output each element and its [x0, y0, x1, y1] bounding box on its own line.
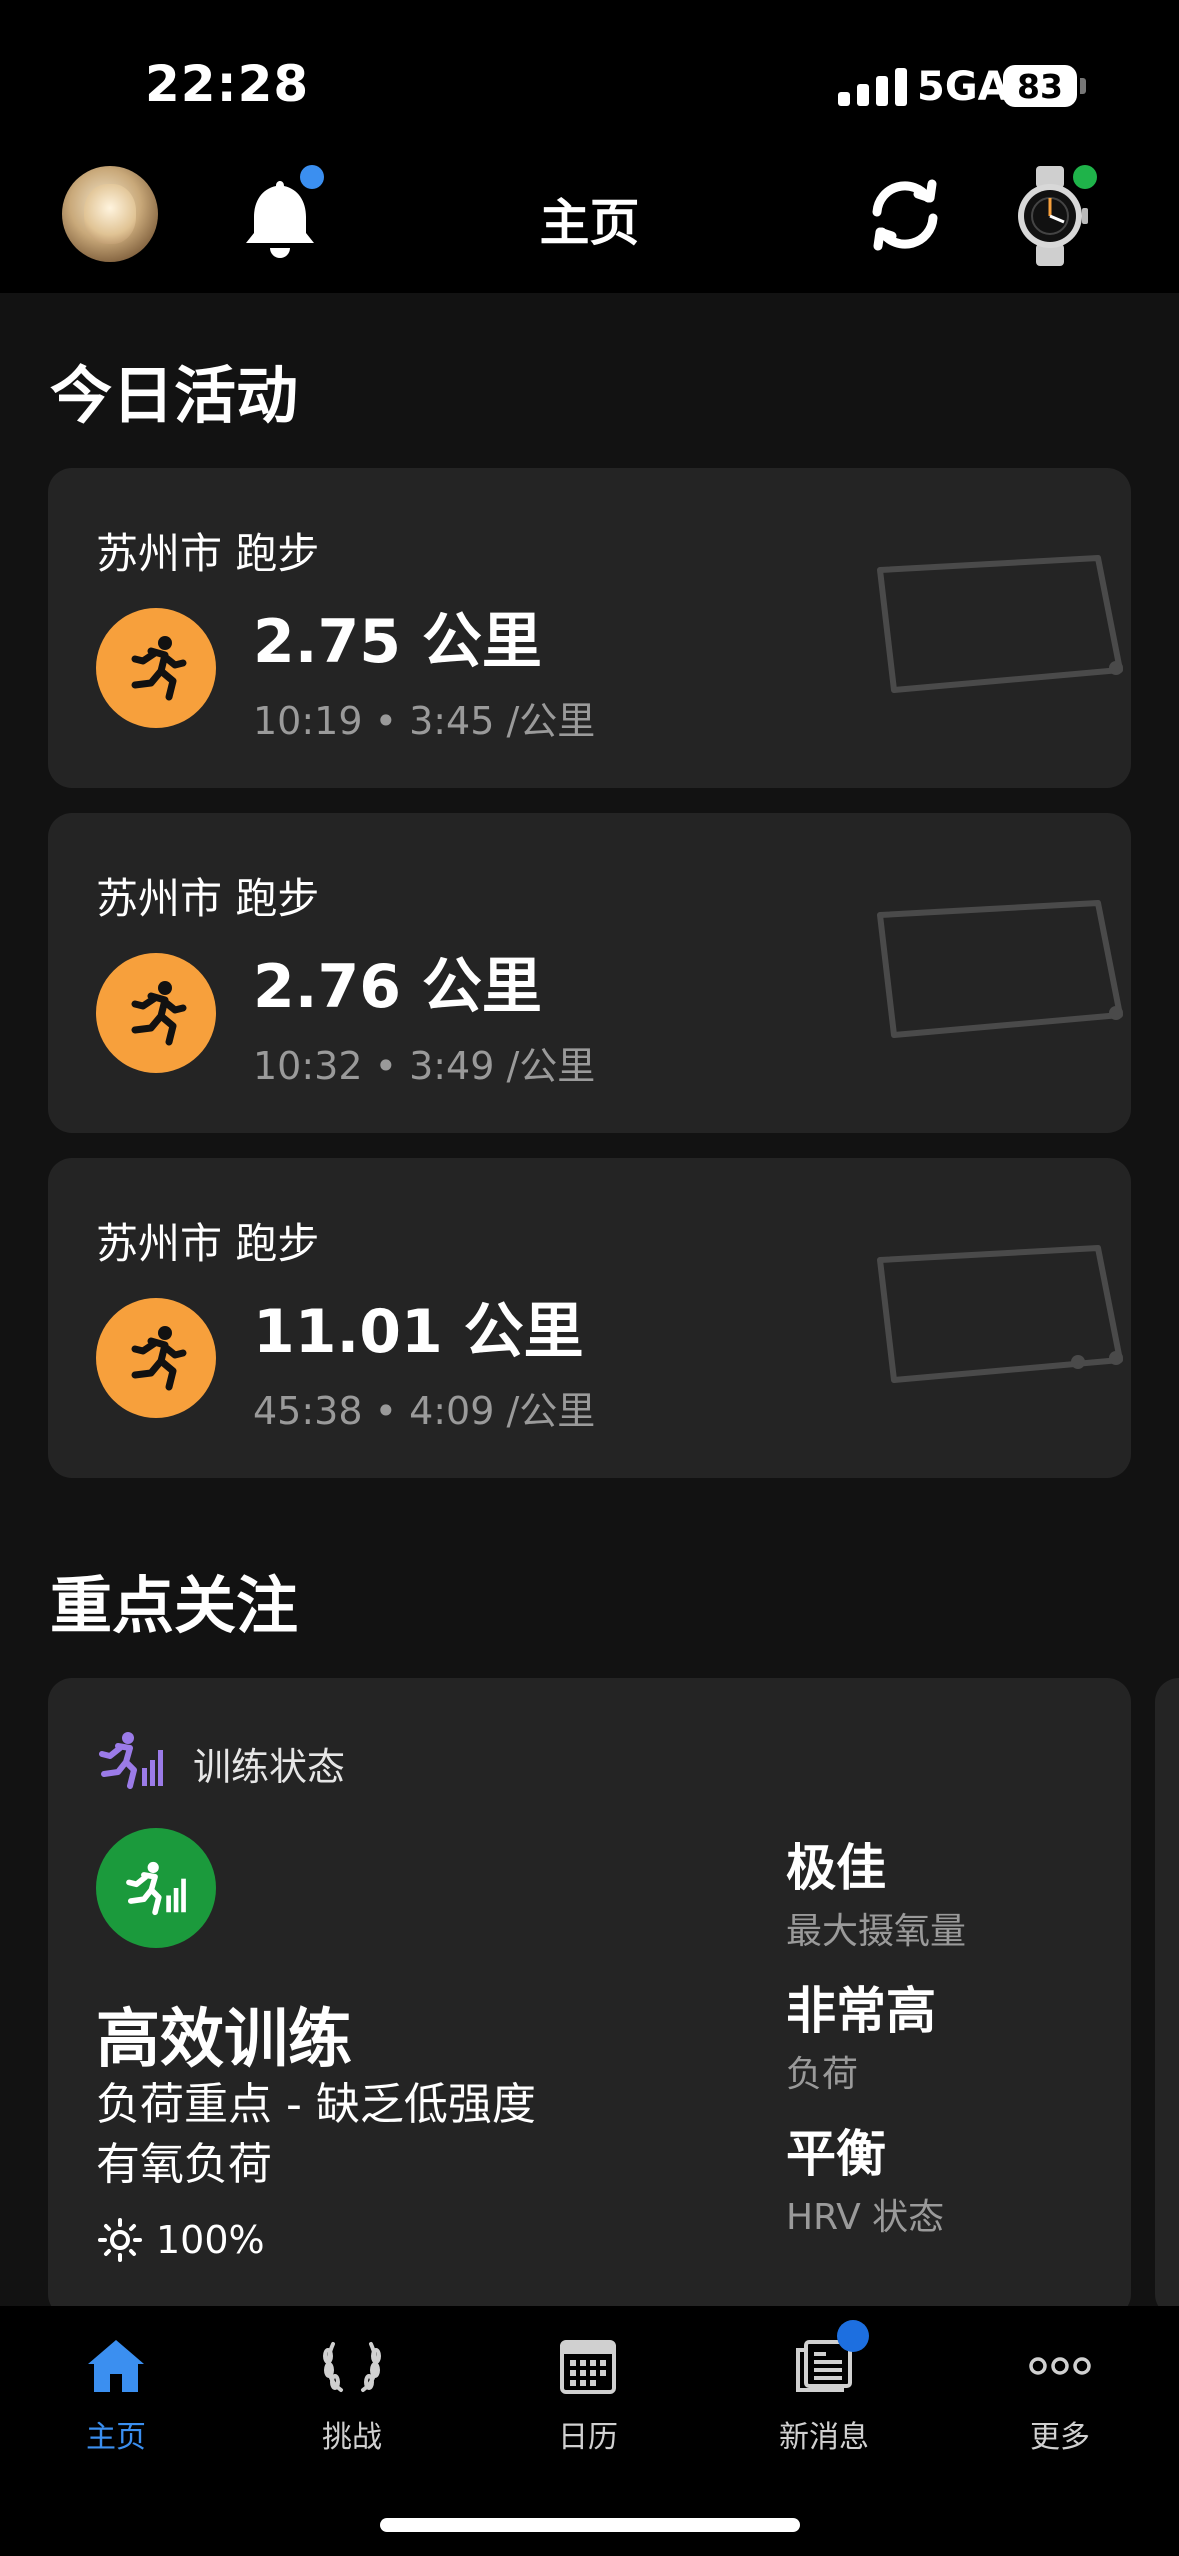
activity-meta: 10:32 • 3:49 /公里 [253, 1044, 596, 1088]
card-header: 训练状态 [193, 1745, 346, 1789]
metric-hrv: 平衡 HRV 状态 [786, 2114, 944, 2240]
metric-vo2max: 极佳 最大摄氧量 [786, 1828, 966, 1954]
tab-challenges[interactable]: 挑战 [252, 2326, 452, 2456]
battery-tip [1080, 78, 1086, 94]
training-productive-icon [96, 1828, 216, 1948]
metric-value: 极佳 [786, 1839, 886, 1897]
next-card-peek[interactable] [1155, 1678, 1179, 2318]
acclimation-percent: 100% [156, 2218, 265, 2262]
sync-icon[interactable] [862, 172, 948, 262]
signal-icon [838, 66, 907, 106]
tab-news[interactable]: 新消息 [724, 2326, 924, 2456]
running-icon [96, 953, 216, 1073]
home-indicator[interactable] [380, 2518, 800, 2532]
calendar-icon [488, 2326, 688, 2406]
activity-distance: 11.01 公里 [253, 1297, 584, 1367]
training-status-value: 高效训练 [96, 2003, 352, 2077]
metric-load: 非常高 负荷 [786, 1971, 936, 2097]
tab-calendar[interactable]: 日历 [488, 2326, 688, 2456]
tab-label: 日历 [558, 2420, 618, 2455]
training-status-icon [98, 1730, 164, 1794]
activity-distance: 2.75 公里 [253, 607, 542, 677]
training-status-desc: 有氧负荷 [96, 2139, 272, 2190]
home-icon [16, 2326, 216, 2406]
section-title-focus: 重点关注 [50, 1569, 299, 1642]
activity-location: 苏州市 跑步 [96, 529, 320, 578]
activity-distance: 2.76 公里 [253, 952, 542, 1022]
tab-more[interactable]: 更多 [960, 2326, 1160, 2456]
section-title-today: 今日活动 [50, 359, 299, 432]
activity-meta: 45:38 • 4:09 /公里 [253, 1389, 596, 1433]
activity-location: 苏州市 跑步 [96, 1219, 320, 1268]
news-badge [837, 2320, 869, 2352]
news-icon [724, 2326, 924, 2406]
metric-value: 平衡 [786, 2125, 886, 2183]
running-icon [96, 1298, 216, 1418]
status-time: 22:28 [145, 55, 310, 113]
tab-label: 挑战 [322, 2420, 382, 2455]
page-title: 主页 [539, 194, 640, 252]
activity-card[interactable]: 苏州市 跑步 11.01 公里 45:38 • 4:09 /公里 [48, 1158, 1131, 1478]
metric-label: 最大摄氧量 [786, 1911, 967, 1952]
tab-label: 主页 [86, 2420, 146, 2455]
network-label: 5GA [917, 64, 1009, 110]
route-map [877, 900, 1123, 1038]
activity-location: 苏州市 跑步 [96, 874, 320, 923]
metric-label: HRV 状态 [786, 2197, 945, 2238]
tab-home[interactable]: 主页 [16, 2326, 216, 2456]
metric-value: 非常高 [786, 1982, 936, 2040]
activity-meta: 10:19 • 3:45 /公里 [253, 699, 596, 743]
training-status-desc: 负荷重点 - 缺乏低强度 [96, 2079, 536, 2130]
tab-label: 更多 [1030, 2420, 1090, 2455]
more-icon [960, 2326, 1160, 2406]
training-status-card[interactable]: 训练状态 高效训练 负荷重点 - 缺乏低强度 有氧负荷 100% 极佳 最大摄氧… [48, 1678, 1131, 2318]
battery-icon: 83 [1003, 65, 1077, 107]
metric-label: 负荷 [786, 2054, 859, 2095]
laurel-icon [252, 2326, 452, 2406]
route-map [877, 1245, 1123, 1383]
running-icon [96, 608, 216, 728]
connection-dot [1073, 165, 1097, 189]
activity-card[interactable]: 苏州市 跑步 2.76 公里 10:32 • 3:49 /公里 [48, 813, 1131, 1133]
activity-card[interactable]: 苏州市 跑步 2.75 公里 10:19 • 3:45 /公里 [48, 468, 1131, 788]
sun-icon [98, 2218, 142, 2266]
tab-label: 新消息 [779, 2420, 869, 2455]
route-map [877, 555, 1123, 693]
